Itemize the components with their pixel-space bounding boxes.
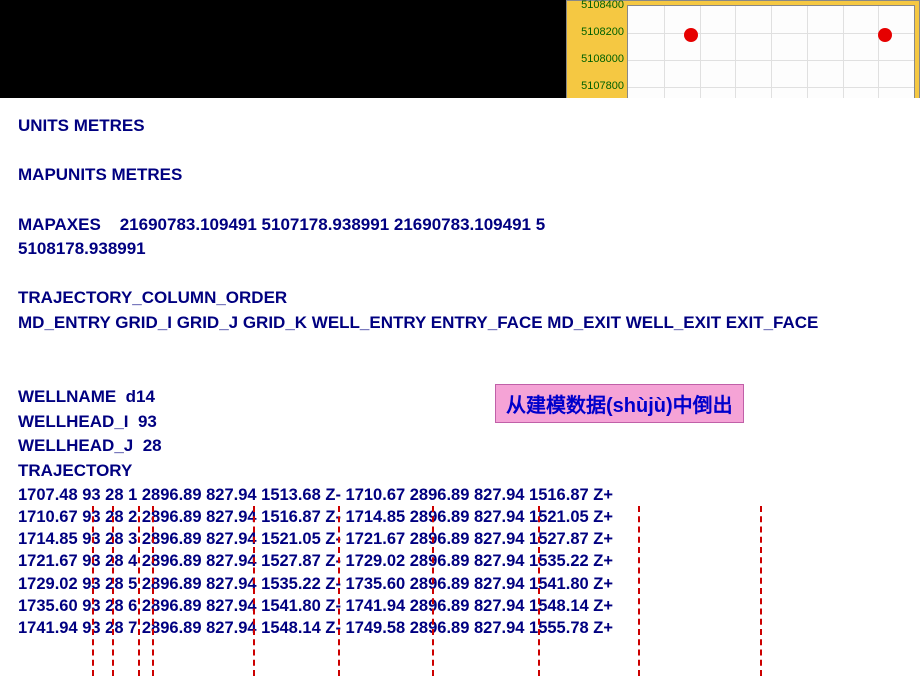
ytick: 5108000: [569, 53, 624, 65]
trajectory-row: 1707.48 93 28 1 2896.89 827.94 1513.68 Z…: [18, 484, 902, 506]
scatter-point: [878, 28, 892, 42]
mapaxes-line: MAPAXES 21690783.109491 5107178.938991 2…: [18, 213, 902, 238]
trajectory-row: 1714.85 93 28 3 2896.89 827.94 1521.05 Z…: [18, 528, 902, 550]
slide-body: UNITS METRES MAPUNITS METRES MAPAXES 216…: [0, 98, 920, 691]
trajectory-row: 1721.67 93 28 4 2896.89 827.94 1527.87 Z…: [18, 550, 902, 572]
trajectory-row: 1710.67 93 28 2 2896.89 827.94 1516.87 Z…: [18, 506, 902, 528]
wellhead-j-line: WELLHEAD_J 28: [18, 434, 902, 459]
column-marker: [432, 506, 434, 676]
trajectory-row: 1729.02 93 28 5 2896.89 827.94 1535.22 Z…: [18, 573, 902, 595]
column-marker: [112, 506, 114, 676]
ytick: 5108200: [569, 26, 624, 38]
ytick: 5108400: [569, 0, 624, 11]
units-line: UNITS METRES: [18, 114, 902, 139]
column-marker: [138, 506, 140, 676]
column-marker: [538, 506, 540, 676]
column-marker: [253, 506, 255, 676]
column-marker: [638, 506, 640, 676]
wellname-line: WELLNAME d14: [18, 385, 902, 410]
mapunits-line: MAPUNITS METRES: [18, 163, 902, 188]
wellhead-i-line: WELLHEAD_I 93: [18, 410, 902, 435]
annotation-callout: 从建模数据(shùjù)中倒出: [495, 384, 744, 423]
column-marker: [760, 506, 762, 676]
traj-order-label: TRAJECTORY_COLUMN_ORDER: [18, 286, 902, 311]
column-marker: [152, 506, 154, 676]
traj-order-cols: MD_ENTRY GRID_I GRID_J GRID_K WELL_ENTRY…: [18, 311, 902, 336]
scatter-point: [684, 28, 698, 42]
column-marker: [338, 506, 340, 676]
ytick: 5107800: [569, 80, 624, 92]
column-marker: [92, 506, 94, 676]
trajectory-label: TRAJECTORY: [18, 459, 902, 484]
mapaxes-line2: 5108178.938991: [18, 237, 902, 262]
trajectory-row: 1735.60 93 28 6 2896.89 827.94 1541.80 Z…: [18, 595, 902, 617]
trajectory-row: 1741.94 93 28 7 2896.89 827.94 1548.14 Z…: [18, 617, 902, 639]
